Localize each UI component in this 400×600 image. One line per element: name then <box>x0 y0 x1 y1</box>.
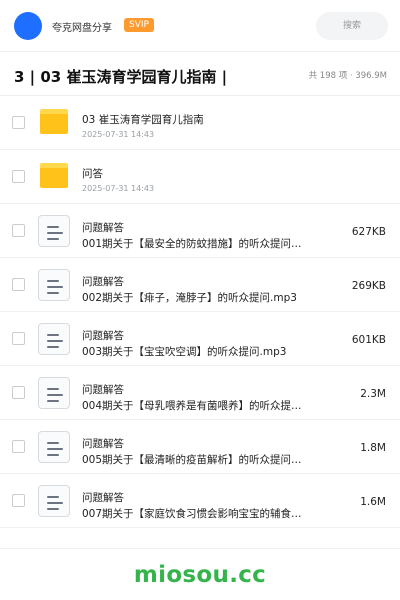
item-size: 1.6M <box>360 496 386 508</box>
avatar[interactable] <box>14 12 42 40</box>
item-count-meta: 共 198 项 · 396.9M <box>308 71 387 81</box>
document-icon <box>38 431 70 463</box>
list-item-file[interactable]: 问题解答 005期关于【最清晰的疫苗解析】的听众提问.mp3 1.8M <box>0 420 400 474</box>
document-icon <box>38 485 70 517</box>
item-name: 03 崔玉涛育学园育儿指南 <box>82 114 204 126</box>
item-size: 2.3M <box>360 388 386 400</box>
item-subtitle: 002期关于【痱子，淹脖子】的听众提问.mp3 <box>82 292 297 304</box>
item-name: 问题解答 <box>82 384 124 396</box>
item-name: 问答 <box>82 168 103 180</box>
brand-label: 夸克网盘分享 <box>52 23 112 34</box>
item-name: 问题解答 <box>82 492 124 504</box>
item-subtitle: 003期关于【宝宝吹空调】的听众提问.mp3 <box>82 346 287 358</box>
item-subtitle: 005期关于【最清晰的疫苗解析】的听众提问.mp3 <box>82 454 302 466</box>
item-subtitle: 001期关于【最安全的防蚊措施】的听众提问.mp3 <box>82 238 302 250</box>
item-subtitle: 004期关于【母乳喂养是有菌喂养】的听众提问.mp3 <box>82 400 302 412</box>
item-subtitle: 007期关于【家庭饮食习惯会影响宝宝的辅食】的听众提问.mp3 <box>82 508 302 520</box>
top-header: 夸克网盘分享 SVIP 搜索 <box>0 0 400 52</box>
select-checkbox[interactable] <box>12 278 25 291</box>
item-size: 601KB <box>351 334 386 346</box>
item-date: 2025-07-31 14:43 <box>82 184 155 193</box>
item-size: 1.8M <box>360 442 386 454</box>
item-name: 问题解答 <box>82 330 124 342</box>
document-icon <box>38 269 70 301</box>
folder-icon <box>40 163 68 188</box>
select-checkbox[interactable] <box>12 332 25 345</box>
select-checkbox[interactable] <box>12 116 25 129</box>
list-item-folder[interactable]: 问答 2025-07-31 14:43 <box>0 150 400 204</box>
item-name: 问题解答 <box>82 222 124 234</box>
list-item-file[interactable]: 问题解答 007期关于【家庭饮食习惯会影响宝宝的辅食】的听众提问.mp3 1.6… <box>0 474 400 528</box>
site-watermark: miosou.cc <box>133 562 267 588</box>
select-checkbox[interactable] <box>12 224 25 237</box>
select-checkbox[interactable] <box>12 440 25 453</box>
select-checkbox[interactable] <box>12 494 25 507</box>
document-icon <box>38 215 70 247</box>
folder-title-bar: 3 | 03 崔玉涛育学园育儿指南 | 共 198 项 · 396.9M <box>0 52 400 96</box>
footer: miosou.cc <box>0 548 400 600</box>
item-size: 269KB <box>351 280 386 292</box>
item-size: 627KB <box>351 226 386 238</box>
item-name: 问题解答 <box>82 276 124 288</box>
page-title: 3 | 03 崔玉涛育学园育儿指南 | <box>14 68 228 86</box>
select-checkbox[interactable] <box>12 170 25 183</box>
folder-icon <box>40 109 68 134</box>
document-icon <box>38 377 70 409</box>
search-input[interactable]: 搜索 <box>316 12 388 40</box>
item-date: 2025-07-31 14:43 <box>82 130 155 139</box>
list-item-file[interactable]: 问题解答 001期关于【最安全的防蚊措施】的听众提问.mp3 627KB <box>0 204 400 258</box>
svip-badge[interactable]: SVIP <box>124 18 154 32</box>
list-item-file[interactable]: 问题解答 004期关于【母乳喂养是有菌喂养】的听众提问.mp3 2.3M <box>0 366 400 420</box>
select-checkbox[interactable] <box>12 386 25 399</box>
list-item-file[interactable]: 问题解答 003期关于【宝宝吹空调】的听众提问.mp3 601KB <box>0 312 400 366</box>
file-list: 03 崔玉涛育学园育儿指南 2025-07-31 14:43 问答 2025-0… <box>0 96 400 528</box>
list-item-folder[interactable]: 03 崔玉涛育学园育儿指南 2025-07-31 14:43 <box>0 96 400 150</box>
item-name: 问题解答 <box>82 438 124 450</box>
list-item-file[interactable]: 问题解答 002期关于【痱子，淹脖子】的听众提问.mp3 269KB <box>0 258 400 312</box>
document-icon <box>38 323 70 355</box>
